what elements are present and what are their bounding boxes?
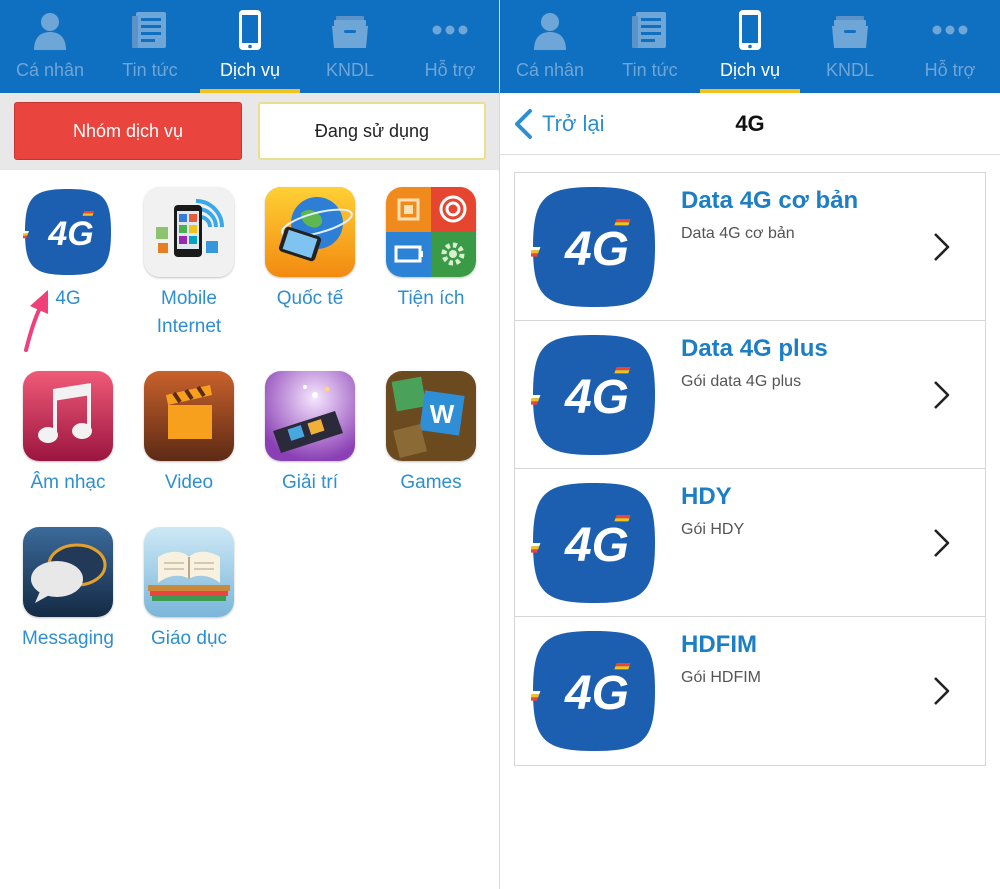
game-blocks-icon: W <box>386 371 476 461</box>
4g-icon: 4G <box>23 187 113 277</box>
nav-label: Cá nhân <box>15 60 85 80</box>
globe-phone-icon <box>265 187 355 277</box>
package-row[interactable]: 4G Data 4G cơ bản Data 4G cơ bản <box>515 173 985 321</box>
package-title: Data 4G plus <box>681 335 828 362</box>
service-label: Giáo dục <box>150 628 228 649</box>
service-item-mobile-internet[interactable]: Mobile Internet <box>129 187 249 341</box>
service-label: Mobile Internet <box>156 288 222 337</box>
package-title: HDFIM <box>681 631 757 658</box>
package-subtitle: Gói HDFIM <box>681 669 761 686</box>
nav-tab-ca-nhan[interactable]: Cá nhân <box>500 0 600 93</box>
top-navigation: Cá nhân Tin tức Dịch vụ KNDL Hỗ trợ <box>500 0 1000 93</box>
page-title: 4G <box>735 111 765 136</box>
nav-tab-kndl[interactable]: KNDL <box>800 0 900 93</box>
services-screen: Cá nhân Tin tức Dịch vụ KNDL Hỗ trợ Nhóm… <box>0 0 500 889</box>
service-item-video[interactable]: Video <box>129 371 249 497</box>
phone-icon <box>728 8 772 52</box>
chevron-right-icon <box>931 675 951 707</box>
nav-label: Hỗ trợ <box>924 60 976 80</box>
service-groups-button[interactable]: Nhóm dịch vụ <box>14 102 242 160</box>
nav-label: KNDL <box>825 60 874 80</box>
nav-tab-tin-tuc[interactable]: Tin tức <box>100 0 200 93</box>
sub-header: Trở lại 4G <box>500 93 1000 155</box>
music-note-icon <box>23 371 113 461</box>
service-label: Tiện ích <box>397 288 465 309</box>
4g-icon: 4G <box>531 629 657 753</box>
service-label: Video <box>164 472 214 493</box>
nav-tab-kndl[interactable]: KNDL <box>300 0 400 93</box>
nav-label: KNDL <box>325 60 374 80</box>
nav-label: Hỗ trợ <box>424 60 476 80</box>
service-label: Giải trí <box>282 472 338 493</box>
chevron-right-icon <box>931 379 951 411</box>
chat-bubbles-icon <box>23 527 113 617</box>
service-item-quoc-te[interactable]: Quốc tế <box>250 187 370 313</box>
nav-label: Tin tức <box>122 60 178 80</box>
news-icon <box>628 8 672 52</box>
nav-tab-ca-nhan[interactable]: Cá nhân <box>0 0 100 93</box>
package-title: HDY <box>681 483 732 510</box>
more-icon <box>928 8 972 52</box>
4g-icon: 4G <box>531 333 657 457</box>
package-subtitle: Gói data 4G plus <box>681 373 802 390</box>
service-label: 4G <box>55 288 81 309</box>
person-icon <box>28 8 72 52</box>
svg-text:4G: 4G <box>564 519 629 572</box>
folder-icon <box>828 8 872 52</box>
nav-label: Cá nhân <box>515 60 585 80</box>
package-title: Data 4G cơ bản <box>681 187 859 214</box>
svg-text:W: W <box>430 399 455 429</box>
mobile-internet-icon <box>144 187 234 277</box>
service-item-messaging[interactable]: Messaging <box>8 527 128 653</box>
phone-icon <box>228 8 272 52</box>
top-navigation: Cá nhân Tin tức Dịch vụ KNDL Hỗ trợ <box>0 0 499 93</box>
news-icon <box>128 8 172 52</box>
nav-label: Dịch vụ <box>219 60 281 80</box>
svg-text:4G: 4G <box>47 215 93 253</box>
service-item-am-nhac[interactable]: Âm nhạc <box>8 371 128 497</box>
chevron-right-icon <box>931 231 951 263</box>
film-strip-icon <box>265 371 355 461</box>
package-subtitle: Data 4G cơ bản <box>681 225 795 242</box>
4g-icon: 4G <box>531 185 657 309</box>
in-use-button[interactable]: Đang sử dụng <box>258 102 486 160</box>
4g-icon: 4G <box>531 481 657 605</box>
nav-tab-ho-tro[interactable]: Hỗ trợ <box>900 0 1000 93</box>
clapperboard-icon <box>144 371 234 461</box>
service-label: Âm nhạc <box>30 472 106 493</box>
folder-icon <box>328 8 372 52</box>
nav-tab-ho-tro[interactable]: Hỗ trợ <box>400 0 499 93</box>
service-label: Games <box>400 472 462 493</box>
service-item-giai-tri[interactable]: Giải trí <box>250 371 370 497</box>
svg-text:4G: 4G <box>564 223 629 276</box>
nav-tab-tin-tuc[interactable]: Tin tức <box>600 0 700 93</box>
utilities-icon <box>386 187 476 277</box>
segment-control: Nhóm dịch vụ Đang sử dụng <box>0 93 499 170</box>
svg-text:4G: 4G <box>564 667 629 720</box>
nav-label: Tin tức <box>622 60 678 80</box>
package-row[interactable]: 4G HDFIM Gói HDFIM <box>515 617 985 765</box>
service-label: Quốc tế <box>276 288 344 309</box>
person-icon <box>528 8 572 52</box>
chevron-right-icon <box>931 527 951 559</box>
service-item-games[interactable]: W Games <box>371 371 491 497</box>
service-item-tien-ich[interactable]: Tiện ích <box>371 187 491 313</box>
svg-text:4G: 4G <box>564 371 629 424</box>
nav-tab-dich-vu[interactable]: Dịch vụ <box>700 0 800 93</box>
more-icon <box>428 8 472 52</box>
nav-tab-dich-vu[interactable]: Dịch vụ <box>200 0 300 93</box>
service-item-giao-duc[interactable]: Giáo dục <box>129 527 249 653</box>
package-list: 4G Data 4G cơ bản Data 4G cơ bản 4G Data… <box>514 172 986 766</box>
service-label: Messaging <box>22 628 114 649</box>
package-row[interactable]: 4G HDY Gói HDY <box>515 469 985 617</box>
package-row[interactable]: 4G Data 4G plus Gói data 4G plus <box>515 321 985 469</box>
annotation-arrow-icon <box>24 290 48 352</box>
screenshot-root: Cá nhân Tin tức Dịch vụ KNDL Hỗ trợ Nhóm… <box>0 0 1000 889</box>
nav-label: Dịch vụ <box>719 60 781 80</box>
4g-packages-screen: Cá nhân Tin tức Dịch vụ KNDL Hỗ trợ Trở … <box>500 0 1000 889</box>
package-subtitle: Gói HDY <box>681 521 745 538</box>
open-book-icon <box>144 527 234 617</box>
